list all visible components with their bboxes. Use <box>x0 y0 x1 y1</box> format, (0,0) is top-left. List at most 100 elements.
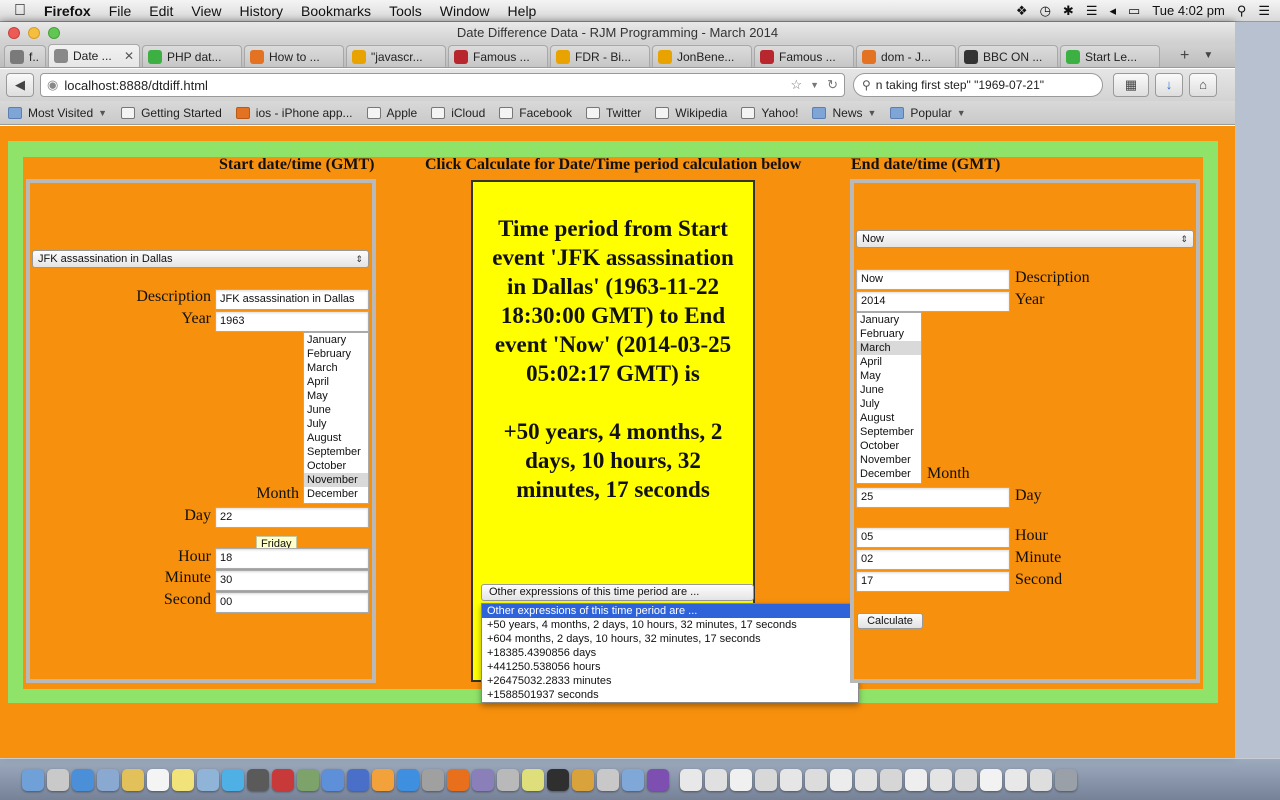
doc7-icon[interactable] <box>830 768 852 791</box>
expressions-select[interactable]: Other expressions of this time period ar… <box>481 584 754 601</box>
doc5-icon[interactable] <box>780 768 802 791</box>
app7-icon[interactable] <box>647 768 669 791</box>
month-option[interactable]: June <box>304 403 368 417</box>
app5-icon[interactable] <box>597 768 619 791</box>
tab[interactable]: JonBene... <box>652 45 752 67</box>
month-option[interactable]: January <box>304 333 368 347</box>
notification-center-icon[interactable]: ☰ <box>1258 3 1270 19</box>
end-day-input[interactable]: 25 <box>856 487 1010 508</box>
app4-icon[interactable] <box>572 768 594 791</box>
month-option[interactable]: August <box>857 411 921 425</box>
month-option[interactable]: September <box>304 445 368 459</box>
photobooth-icon[interactable] <box>272 768 294 791</box>
tab[interactable]: Famous ... <box>754 45 854 67</box>
music-icon[interactable] <box>347 768 369 791</box>
menu-history[interactable]: History <box>230 3 292 19</box>
ibooks-icon[interactable] <box>372 768 394 791</box>
home-icon[interactable]: ⌂ <box>1189 73 1217 97</box>
menu-bookmarks[interactable]: Bookmarks <box>292 3 380 19</box>
menu-view[interactable]: View <box>182 3 230 19</box>
bookmark-icloud[interactable]: iCloud <box>431 106 485 120</box>
menu-help[interactable]: Help <box>499 3 546 19</box>
expression-option[interactable]: +441250.538056 hours <box>482 660 858 674</box>
appstore-icon[interactable] <box>397 768 419 791</box>
dropbox-icon[interactable]: ❖ <box>1016 3 1028 19</box>
minimize-window-icon[interactable] <box>28 27 40 39</box>
start-hour-input[interactable]: 18 <box>215 548 369 569</box>
month-option[interactable]: October <box>304 459 368 473</box>
grapher-icon[interactable] <box>297 768 319 791</box>
download-icon[interactable]: ↓ <box>1155 73 1183 97</box>
month-option[interactable]: March <box>304 361 368 375</box>
doc8-icon[interactable] <box>855 768 877 791</box>
start-minute-input[interactable]: 30 <box>215 570 369 591</box>
expression-option[interactable]: +18385.4390856 days <box>482 646 858 660</box>
month-option[interactable]: April <box>304 375 368 389</box>
app3-icon[interactable] <box>522 768 544 791</box>
messages-icon[interactable] <box>222 768 244 791</box>
month-option[interactable]: October <box>857 439 921 453</box>
app1-icon[interactable] <box>472 768 494 791</box>
month-option[interactable]: August <box>304 431 368 445</box>
history-dropdown-icon[interactable]: ▼ <box>810 80 819 90</box>
search-bar[interactable]: ⚲ n taking first step" "1969-07-21" <box>853 73 1103 97</box>
back-arrow-icon[interactable]: ◀ <box>6 73 34 97</box>
doc11-icon[interactable] <box>930 768 952 791</box>
bookmark-facebook[interactable]: Facebook <box>499 106 572 120</box>
tab[interactable]: "javascr... <box>346 45 446 67</box>
month-option[interactable]: March <box>857 341 921 355</box>
end-second-input[interactable]: 17 <box>856 571 1010 592</box>
month-option[interactable]: December <box>857 467 921 481</box>
doc1-icon[interactable] <box>680 768 702 791</box>
tab[interactable]: f... <box>4 45 46 67</box>
calendar-icon[interactable] <box>147 768 169 791</box>
doc3-icon[interactable] <box>730 768 752 791</box>
calculate-button[interactable]: Calculate <box>857 613 923 629</box>
menu-window[interactable]: Window <box>431 3 499 19</box>
month-option[interactable]: May <box>857 369 921 383</box>
doc15-icon[interactable] <box>1030 768 1052 791</box>
doc14-icon[interactable] <box>1005 768 1027 791</box>
start-event-select[interactable]: JFK assassination in Dallas ⇕ <box>32 250 369 268</box>
itunes-icon[interactable] <box>322 768 344 791</box>
doc12-icon[interactable] <box>955 768 977 791</box>
bookmark-getting-started[interactable]: Getting Started <box>121 106 222 120</box>
app2-icon[interactable] <box>497 768 519 791</box>
end-minute-input[interactable]: 02 <box>856 549 1010 570</box>
month-option[interactable]: June <box>857 383 921 397</box>
tab[interactable]: Start Le... <box>1060 45 1160 67</box>
safari-icon[interactable] <box>72 768 94 791</box>
month-option[interactable]: May <box>304 389 368 403</box>
tab[interactable]: Famous ... <box>448 45 548 67</box>
new-tab-icon[interactable]: + <box>1180 47 1189 65</box>
addon-icon[interactable]: ▦ <box>1113 73 1149 97</box>
expressions-dropdown-list[interactable]: Other expressions of this time period ar… <box>481 603 859 703</box>
bluetooth-icon[interactable]: ✱ <box>1063 3 1074 19</box>
month-option[interactable]: September <box>857 425 921 439</box>
reload-icon[interactable]: ↻ <box>827 77 838 93</box>
battery-icon[interactable]: ▭ <box>1128 3 1140 19</box>
time-machine-icon[interactable]: ◷ <box>1040 3 1051 19</box>
firefox-icon[interactable] <box>447 768 469 791</box>
wifi-icon[interactable]: ☰ <box>1086 3 1098 19</box>
month-option[interactable]: April <box>857 355 921 369</box>
month-option[interactable]: November <box>304 473 368 487</box>
tab[interactable]: dom - J... <box>856 45 956 67</box>
menu-file[interactable]: File <box>100 3 141 19</box>
start-day-input[interactable]: 22 <box>215 507 369 528</box>
apple-menu-icon[interactable]:  <box>0 2 40 20</box>
spotlight-icon[interactable]: ⚲ <box>1237 3 1247 19</box>
close-window-icon[interactable] <box>8 27 20 39</box>
bookmark-wikipedia[interactable]: Wikipedia <box>655 106 727 120</box>
bookmark-popular[interactable]: Popular ▼ <box>890 106 966 120</box>
end-year-input[interactable]: 2014 <box>856 291 1010 312</box>
expression-option[interactable]: Other expressions of this time period ar… <box>482 604 858 618</box>
bookmark-twitter[interactable]: Twitter <box>585 106 641 120</box>
start-second-input[interactable]: 00 <box>215 592 369 613</box>
menu-edit[interactable]: Edit <box>140 3 182 19</box>
end-event-select[interactable]: Now ⇕ <box>856 230 1194 248</box>
close-tab-icon[interactable]: ✕ <box>124 49 134 63</box>
zoom-window-icon[interactable] <box>48 27 60 39</box>
app6-icon[interactable] <box>622 768 644 791</box>
expression-option[interactable]: +604 months, 2 days, 10 hours, 32 minute… <box>482 632 858 646</box>
